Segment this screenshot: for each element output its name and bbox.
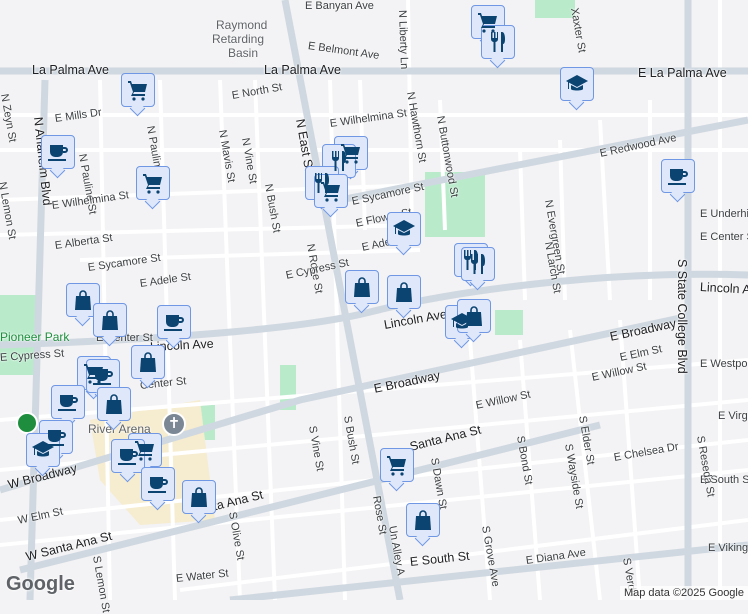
- restaurant-icon: [466, 252, 490, 276]
- map-marker-shopping-bag[interactable]: [66, 283, 100, 317]
- coffee-icon: [666, 164, 690, 188]
- shopping-bag-icon: [102, 392, 126, 416]
- park-label: Pioneer Park: [0, 330, 69, 344]
- map-marker-shopping-bag[interactable]: [345, 270, 379, 304]
- street-label: E Center St: [700, 231, 748, 243]
- street-label: E La Palma Ave: [638, 66, 727, 80]
- map-marker-school[interactable]: [26, 433, 60, 467]
- place-pin-icon[interactable]: [16, 412, 38, 434]
- map-marker-coffee[interactable]: [141, 467, 175, 501]
- map-marker-shopping-cart[interactable]: [314, 174, 348, 208]
- coffee-icon: [46, 140, 70, 164]
- shopping-bag-icon: [98, 308, 122, 332]
- street-label: La Palma Ave: [32, 63, 109, 77]
- shopping-bag-icon: [350, 275, 374, 299]
- park: [495, 310, 523, 335]
- map-marker-shopping-bag[interactable]: [387, 275, 421, 309]
- map-marker-shopping-bag[interactable]: [131, 345, 165, 379]
- poi-label: Raymond: [216, 18, 267, 32]
- map-marker-shopping-cart[interactable]: [121, 73, 155, 107]
- map-marker-coffee[interactable]: [51, 385, 85, 419]
- church-cross-icon[interactable]: ✝: [162, 412, 186, 436]
- coffee-icon: [91, 364, 115, 388]
- street-label: La Palma Ave: [264, 63, 341, 77]
- school-icon: [565, 72, 589, 96]
- coffee-icon: [56, 390, 80, 414]
- shopping-bag-icon: [136, 350, 160, 374]
- map-marker-restaurant[interactable]: [461, 247, 495, 281]
- map-marker-coffee[interactable]: [41, 135, 75, 169]
- restaurant-icon: [327, 149, 351, 173]
- shopping-cart-icon: [319, 179, 343, 203]
- map-marker-shopping-bag[interactable]: [97, 387, 131, 421]
- map-marker-coffee[interactable]: [86, 359, 120, 393]
- coffee-icon: [162, 310, 186, 334]
- shopping-bag-icon: [462, 304, 486, 328]
- coffee-icon: [146, 472, 170, 496]
- map-marker-shopping-cart[interactable]: [136, 166, 170, 200]
- map-marker-shopping-bag[interactable]: [182, 480, 216, 514]
- street-label: E Underhill: [700, 208, 748, 220]
- street-label: N Liberty Ln: [396, 10, 410, 70]
- map-marker-coffee[interactable]: [157, 305, 191, 339]
- school-icon: [31, 438, 55, 462]
- street-label: E Viking A: [708, 542, 748, 554]
- street-label: E Virg: [718, 410, 748, 422]
- map-marker-shopping-bag[interactable]: [93, 303, 127, 337]
- map-marker-shopping-cart[interactable]: [380, 448, 414, 482]
- poi-label: Basin: [228, 46, 258, 60]
- google-logo: Google: [6, 573, 75, 596]
- school-icon: [392, 217, 416, 241]
- map-marker-school[interactable]: [387, 212, 421, 246]
- map-marker-shopping-bag[interactable]: [457, 299, 491, 333]
- shopping-bag-icon: [411, 508, 435, 532]
- shopping-cart-icon: [385, 453, 409, 477]
- poi-label: Retarding: [212, 32, 264, 46]
- map-marker-restaurant[interactable]: [481, 25, 515, 59]
- map-marker-coffee[interactable]: [661, 159, 695, 193]
- shopping-cart-icon: [141, 171, 165, 195]
- shopping-cart-icon: [126, 78, 150, 102]
- map-marker-coffee[interactable]: [111, 439, 145, 473]
- shopping-bag-icon: [392, 280, 416, 304]
- street-label: S State College Blvd: [675, 259, 689, 374]
- street-label: E Banyan Ave: [305, 0, 374, 12]
- map-marker-shopping-bag[interactable]: [406, 503, 440, 537]
- shopping-bag-icon: [71, 288, 95, 312]
- restaurant-icon: [486, 30, 510, 54]
- map-marker-school[interactable]: [560, 67, 594, 101]
- shopping-bag-icon: [187, 485, 211, 509]
- map-attribution[interactable]: Map data ©2025 Google: [620, 586, 748, 600]
- street-label: E Westport: [700, 358, 748, 370]
- coffee-icon: [116, 444, 140, 468]
